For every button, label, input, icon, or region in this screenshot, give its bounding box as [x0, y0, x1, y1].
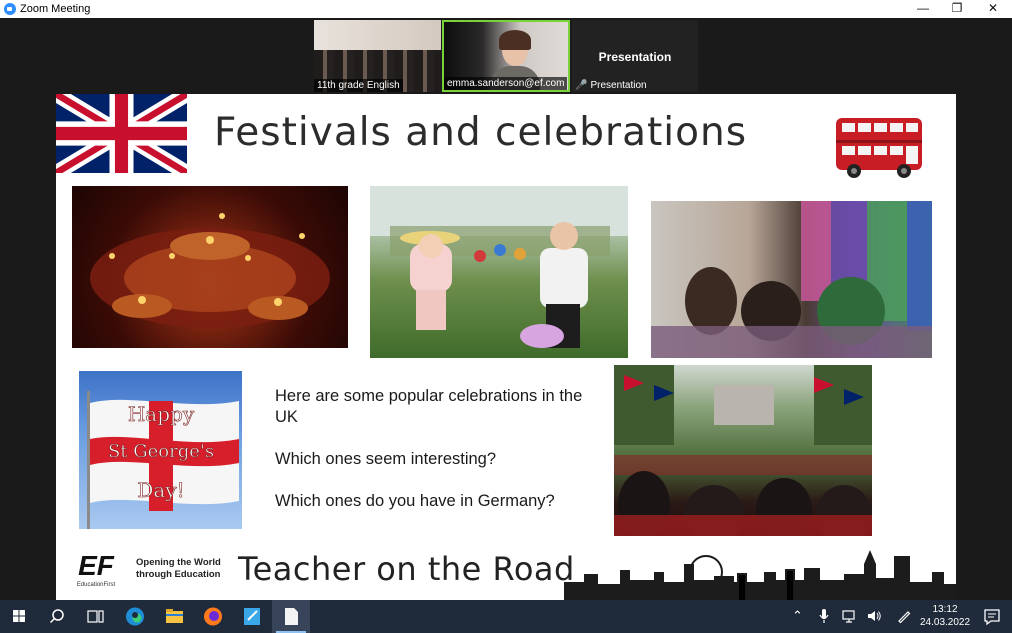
- pen-icon[interactable]: [896, 608, 912, 624]
- flag-caption-line-1: Happy: [128, 402, 195, 426]
- search-icon: [49, 609, 64, 624]
- easter-egg-hunt-photo: [370, 186, 628, 358]
- participant-name-text: Presentation: [590, 80, 647, 91]
- slide-body-text: Here are some popular celebrations in th…: [275, 386, 585, 533]
- clock-date: 24.03.2022: [920, 617, 971, 628]
- window-title: Zoom Meeting: [20, 3, 91, 15]
- network-icon[interactable]: [842, 608, 856, 624]
- participant-name: 🎤 Presentation: [572, 79, 650, 92]
- windows-start-icon: [13, 610, 25, 622]
- flag-caption-line-2: St George's: [108, 441, 214, 462]
- participant-name: emma.sanderson@ef.com: [444, 77, 568, 90]
- shared-screen-slide: Festivals and celebrations Happy St Geor…: [56, 94, 956, 600]
- microphone-icon[interactable]: [818, 608, 830, 624]
- windows-taskbar: ⌃ 13:12 24.03.2022: [0, 600, 1012, 633]
- teacher-hair: [499, 30, 531, 50]
- taskbar-firefox-button[interactable]: [194, 600, 232, 633]
- file-explorer-icon: [166, 609, 183, 623]
- maximize-button[interactable]: ❐: [940, 0, 974, 18]
- taskbar-document-button[interactable]: [272, 600, 310, 633]
- volume-icon[interactable]: [866, 608, 882, 624]
- slide-text-line: Here are some popular celebrations in th…: [275, 387, 583, 426]
- document-icon: [285, 608, 298, 625]
- taskbar-clock[interactable]: 13:12 24.03.2022: [920, 603, 970, 629]
- taskbar-notepad-button[interactable]: [233, 600, 271, 633]
- meeting-area: 11th grade English emma.sanderson@ef.com…: [0, 18, 1012, 600]
- participant-video-teacher[interactable]: emma.sanderson@ef.com: [442, 20, 570, 92]
- ef-logo-text: EF: [78, 550, 115, 581]
- ef-slogan-text: Opening the World through Education: [136, 557, 221, 580]
- taskbar-search-button[interactable]: [38, 600, 76, 633]
- firefox-icon: [204, 607, 222, 626]
- clock-time: 13:12: [932, 604, 958, 615]
- slide-tagline: Teacher on the Road: [238, 550, 575, 588]
- ef-logo-subtext: EducationFirst: [77, 582, 116, 588]
- taskbar-edge-button[interactable]: [116, 600, 154, 633]
- task-view-icon: [87, 610, 104, 623]
- participant-video-presentation[interactable]: Presentation 🎤 Presentation: [572, 20, 698, 92]
- notification-center-button[interactable]: [976, 600, 1008, 633]
- diwali-lamps-drawing: [90, 213, 330, 328]
- ef-logo-icon: EF EducationFirst: [77, 550, 116, 588]
- slide-text-line: Which ones seem interesting?: [275, 450, 497, 468]
- slide-title: Festivals and celebrations: [214, 110, 748, 155]
- participant-name: 11th grade English: [314, 79, 403, 92]
- st-george-flag-drawing: Happy St George's Day!: [87, 391, 239, 529]
- slide-text-line: Which ones do you have in Germany?: [275, 492, 555, 510]
- ef-slogan: Opening the World through Education: [136, 557, 228, 581]
- parade-drawing: [614, 365, 872, 536]
- minimize-button[interactable]: —: [906, 0, 940, 18]
- diwali-lamps-photo: [72, 186, 348, 348]
- notification-icon: [984, 609, 1000, 626]
- chevron-up-icon[interactable]: ⌃: [792, 608, 803, 624]
- muted-microphone-icon: 🎤: [575, 80, 588, 91]
- task-view-button[interactable]: [76, 600, 114, 633]
- edge-icon: [126, 607, 144, 626]
- st-georges-day-flag-photo: Happy St George's Day!: [79, 371, 242, 529]
- crafts-fair-drawing: [651, 201, 932, 358]
- double-decker-bus-icon: [836, 118, 922, 178]
- london-skyline-icon: [564, 550, 956, 600]
- notepad-icon: [244, 608, 260, 625]
- easter-egg-hunt-drawing: [370, 186, 628, 348]
- flag-caption-line-3: Day!: [137, 478, 184, 502]
- festival-crafts-fair-photo: [651, 201, 932, 358]
- trooping-the-colour-parade-photo: [614, 365, 872, 536]
- zoom-logo-icon: [4, 3, 16, 15]
- participant-tile-title: Presentation: [598, 50, 672, 64]
- window-title-bar: Zoom Meeting — ❐ ✕: [0, 0, 1012, 18]
- taskbar-file-explorer-button[interactable]: [155, 600, 193, 633]
- participant-video-classroom[interactable]: 11th grade English: [314, 20, 441, 92]
- close-button[interactable]: ✕: [976, 0, 1010, 18]
- classroom-wall: [314, 20, 441, 50]
- union-jack-flag-icon: [56, 94, 187, 173]
- windows-start-button[interactable]: [0, 600, 38, 633]
